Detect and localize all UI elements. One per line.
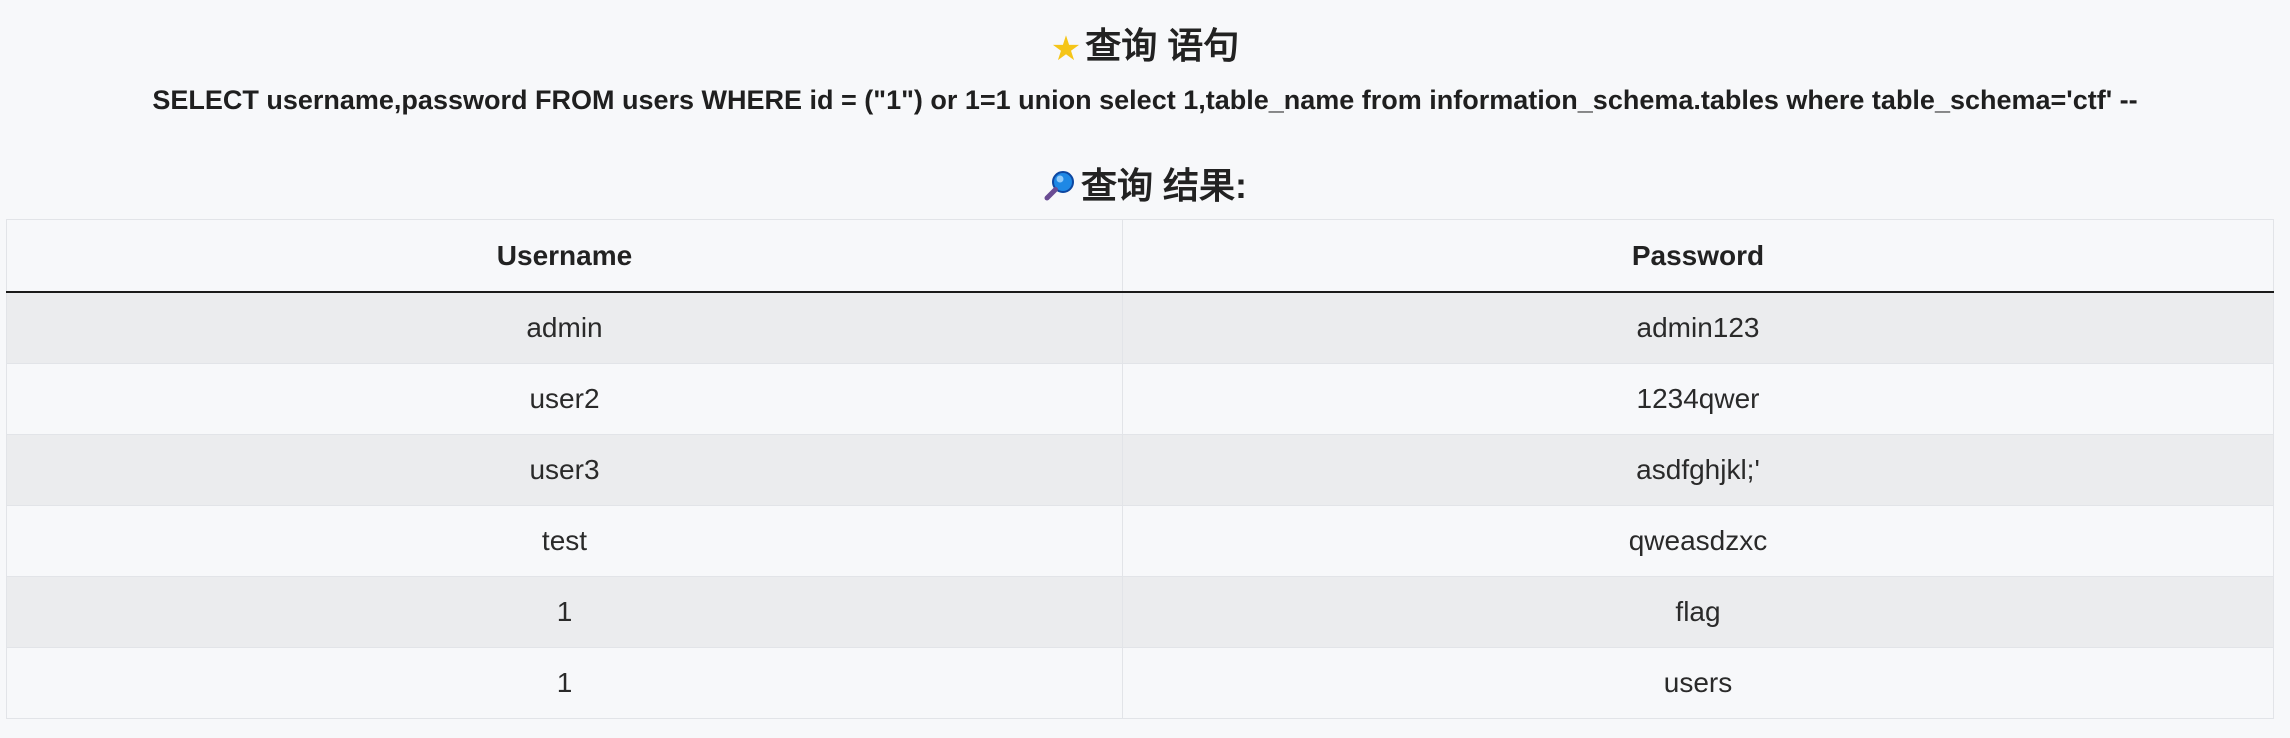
username-cell: 1 [6,576,1123,648]
username-cell: 1 [6,647,1123,719]
result-table: Username Password admin admin123 user2 1… [6,219,2274,719]
table-row: admin admin123 [6,291,2274,364]
password-cell: flag [1122,576,2274,648]
password-cell: qweasdzxc [1122,505,2274,577]
username-cell: user3 [6,434,1123,506]
table-row: 1 users [6,647,2274,719]
table-row: user3 asdfghjkl;' [6,434,2274,506]
password-cell: admin123 [1122,291,2274,364]
table-row: user2 1234qwer [6,363,2274,435]
table-header-row: Username Password [6,219,2274,293]
username-cell: test [6,505,1123,577]
query-result-page: ★ 查询 语句 SELECT username,password FROM use… [0,0,2290,738]
table-row: test qweasdzxc [6,505,2274,577]
password-cell: 1234qwer [1122,363,2274,435]
query-heading-label: 查询 语句 [1085,25,1240,66]
result-heading-label: 查询 结果: [1081,165,1247,206]
sql-statement: SELECT username,password FROM users WHER… [152,85,2138,115]
password-cell: asdfghjkl;' [1122,434,2274,506]
username-cell: admin [6,291,1123,364]
table-row: 1 flag [6,576,2274,648]
password-cell: users [1122,647,2274,719]
result-heading: 查询 结果: [0,164,2290,208]
magnifier-icon [1043,168,1077,202]
query-heading: ★ 查询 语句 [0,24,2290,71]
username-column-header: Username [6,219,1123,293]
star-icon: ★ [1050,29,1082,69]
password-column-header: Password [1122,219,2274,293]
username-cell: user2 [6,363,1123,435]
